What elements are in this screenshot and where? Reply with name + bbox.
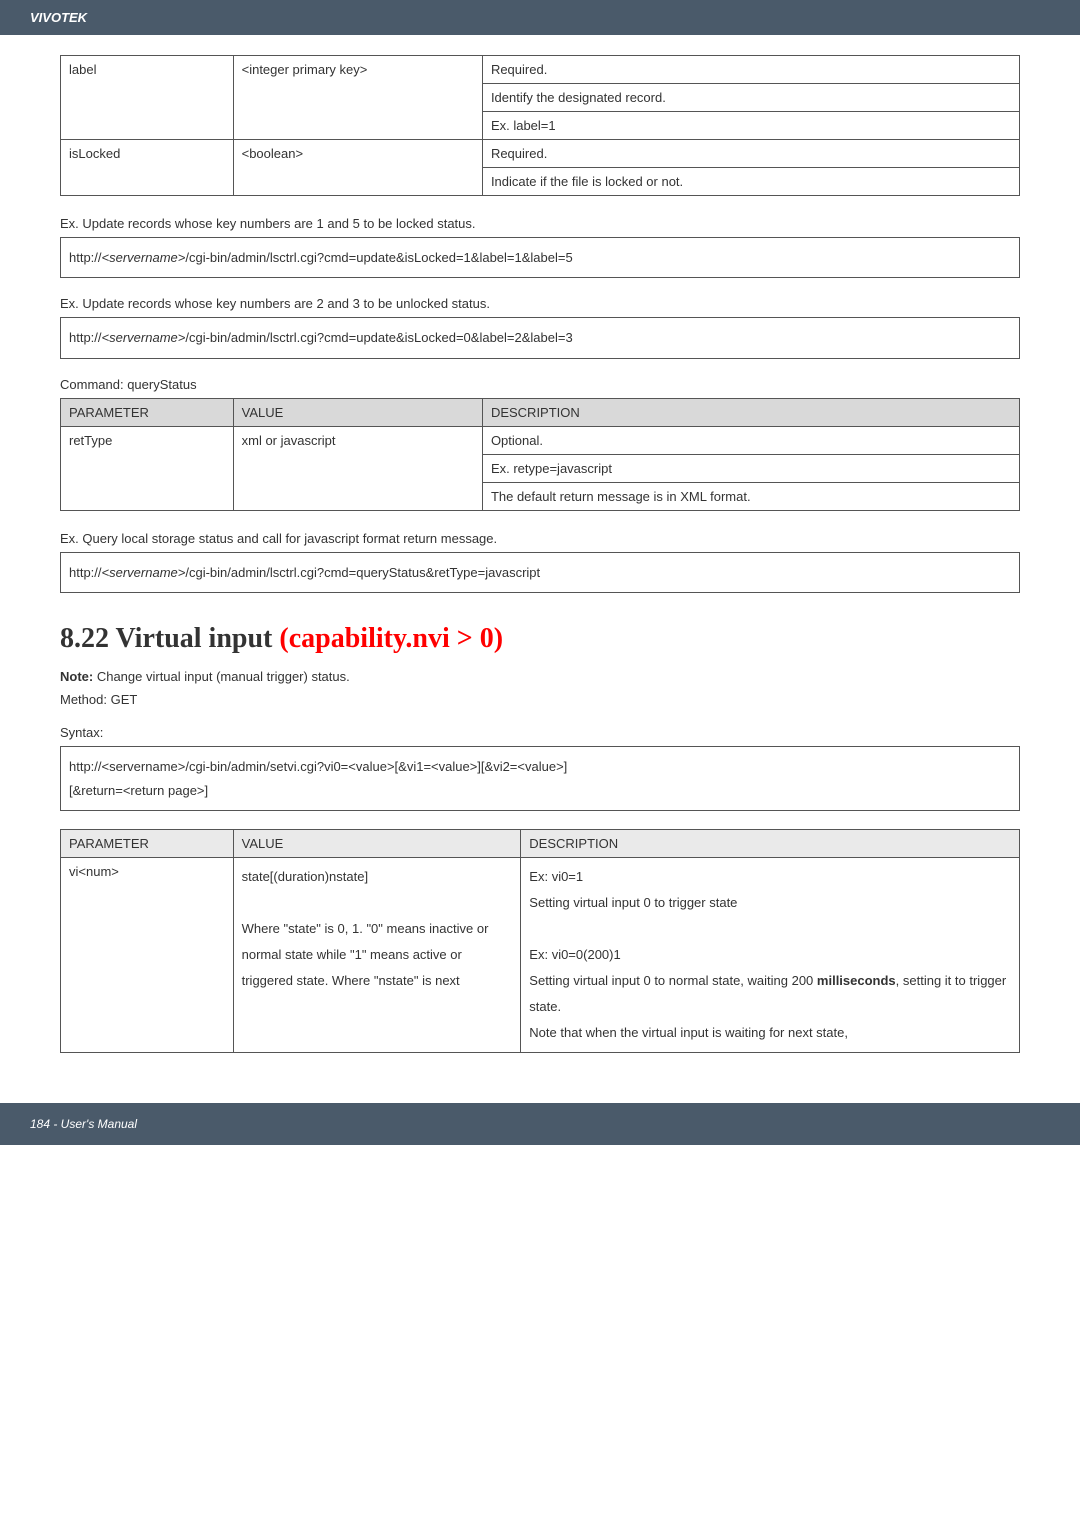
- cell-desc: Indicate if the file is locked or not.: [482, 168, 1019, 196]
- url-suffix: /cgi-bin/admin/lsctrl.cgi?cmd=update&isL…: [185, 330, 572, 345]
- table-row: vi<num> state[(duration)nstate] Where "s…: [61, 857, 1020, 1052]
- table-virtual-input: PARAMETER VALUE DESCRIPTION vi<num> stat…: [60, 829, 1020, 1053]
- url-suffix: /cgi-bin/admin/lsctrl.cgi?cmd=queryStatu…: [185, 565, 540, 580]
- url-prefix: http://: [69, 330, 102, 345]
- cell-value: xml or javascript: [233, 426, 482, 510]
- header-value: VALUE: [233, 398, 482, 426]
- header-bar: VIVOTEK: [0, 0, 1080, 35]
- cell-desc: Required.: [482, 140, 1019, 168]
- cell-value: state[(duration)nstate] Where "state" is…: [233, 857, 521, 1052]
- note-text: Change virtual input (manual trigger) st…: [93, 669, 350, 684]
- header-param: PARAMETER: [61, 829, 234, 857]
- cell-desc: Ex. retype=javascript: [482, 454, 1019, 482]
- table-row: label <integer primary key> Required.: [61, 56, 1020, 84]
- footer-bar: 184 - User's Manual: [0, 1103, 1080, 1145]
- desc-line: Setting virtual input 0 to trigger state: [529, 895, 737, 910]
- cell-param: retType: [61, 426, 234, 510]
- syntax-label: Syntax:: [60, 725, 1020, 740]
- url-prefix: http://: [69, 250, 102, 265]
- syntax-line-2: [&return=<return page>]: [69, 779, 1011, 802]
- cell-desc: Required.: [482, 56, 1019, 84]
- value-line: Where "state" is 0, 1. "0" means inactiv…: [242, 921, 489, 988]
- desc-line: Note that when the virtual input is wait…: [529, 1025, 848, 1040]
- command-label: Command: queryStatus: [60, 377, 1020, 392]
- desc-line: Ex: vi0=1: [529, 869, 583, 884]
- example-caption: Ex. Query local storage status and call …: [60, 531, 1020, 546]
- method-line: Method: GET: [60, 692, 1020, 707]
- cell-desc: Identify the designated record.: [482, 84, 1019, 112]
- cell-desc: Ex. label=1: [482, 112, 1019, 140]
- footer-text: 184 - User's Manual: [30, 1117, 137, 1131]
- table-header-row: PARAMETER VALUE DESCRIPTION: [61, 398, 1020, 426]
- cell-desc: Ex: vi0=1 Setting virtual input 0 to tri…: [521, 857, 1020, 1052]
- url-box: http://<servername>/cgi-bin/admin/lsctrl…: [60, 552, 1020, 593]
- syntax-box: http://<servername>/cgi-bin/admin/setvi.…: [60, 746, 1020, 811]
- header-value: VALUE: [233, 829, 521, 857]
- table-querystatus: PARAMETER VALUE DESCRIPTION retType xml …: [60, 398, 1020, 511]
- example-caption: Ex. Update records whose key numbers are…: [60, 216, 1020, 231]
- url-suffix: /cgi-bin/admin/lsctrl.cgi?cmd=update&isL…: [185, 250, 572, 265]
- page-content: label <integer primary key> Required. Id…: [0, 35, 1080, 1103]
- table-label-islocked: label <integer primary key> Required. Id…: [60, 55, 1020, 196]
- desc-line: Setting virtual input 0 to normal state,…: [529, 973, 817, 988]
- desc-line: Ex: vi0=0(200)1: [529, 947, 620, 962]
- url-prefix: http://: [69, 565, 102, 580]
- section-heading: 8.22 Virtual input (capability.nvi > 0): [60, 623, 1020, 655]
- section-number: 8.22 Virtual input: [60, 623, 279, 654]
- header-param: PARAMETER: [61, 398, 234, 426]
- example-caption: Ex. Update records whose key numbers are…: [60, 296, 1020, 311]
- table-row: retType xml or javascript Optional.: [61, 426, 1020, 454]
- url-box: http://<servername>/cgi-bin/admin/lsctrl…: [60, 317, 1020, 358]
- url-server: <servername>: [102, 330, 186, 345]
- brand-text: VIVOTEK: [30, 10, 87, 25]
- cell-param: vi<num>: [61, 857, 234, 1052]
- value-line: state[(duration)nstate]: [242, 869, 368, 884]
- table-row: isLocked <boolean> Required.: [61, 140, 1020, 168]
- url-server: <servername>: [102, 565, 186, 580]
- desc-bold: milliseconds: [817, 973, 896, 988]
- cell-desc: The default return message is in XML for…: [482, 482, 1019, 510]
- header-desc: DESCRIPTION: [521, 829, 1020, 857]
- section-red: (capability.nvi > 0): [279, 623, 503, 654]
- note-line: Note: Change virtual input (manual trigg…: [60, 669, 1020, 684]
- cell-value: <boolean>: [233, 140, 482, 196]
- cell-param: isLocked: [61, 140, 234, 196]
- header-desc: DESCRIPTION: [482, 398, 1019, 426]
- note-label: Note:: [60, 669, 93, 684]
- url-box: http://<servername>/cgi-bin/admin/lsctrl…: [60, 237, 1020, 278]
- cell-param: label: [61, 56, 234, 140]
- table-header-row: PARAMETER VALUE DESCRIPTION: [61, 829, 1020, 857]
- url-server: <servername>: [102, 250, 186, 265]
- cell-value: <integer primary key>: [233, 56, 482, 140]
- syntax-line-1: http://<servername>/cgi-bin/admin/setvi.…: [69, 755, 1011, 778]
- cell-desc: Optional.: [482, 426, 1019, 454]
